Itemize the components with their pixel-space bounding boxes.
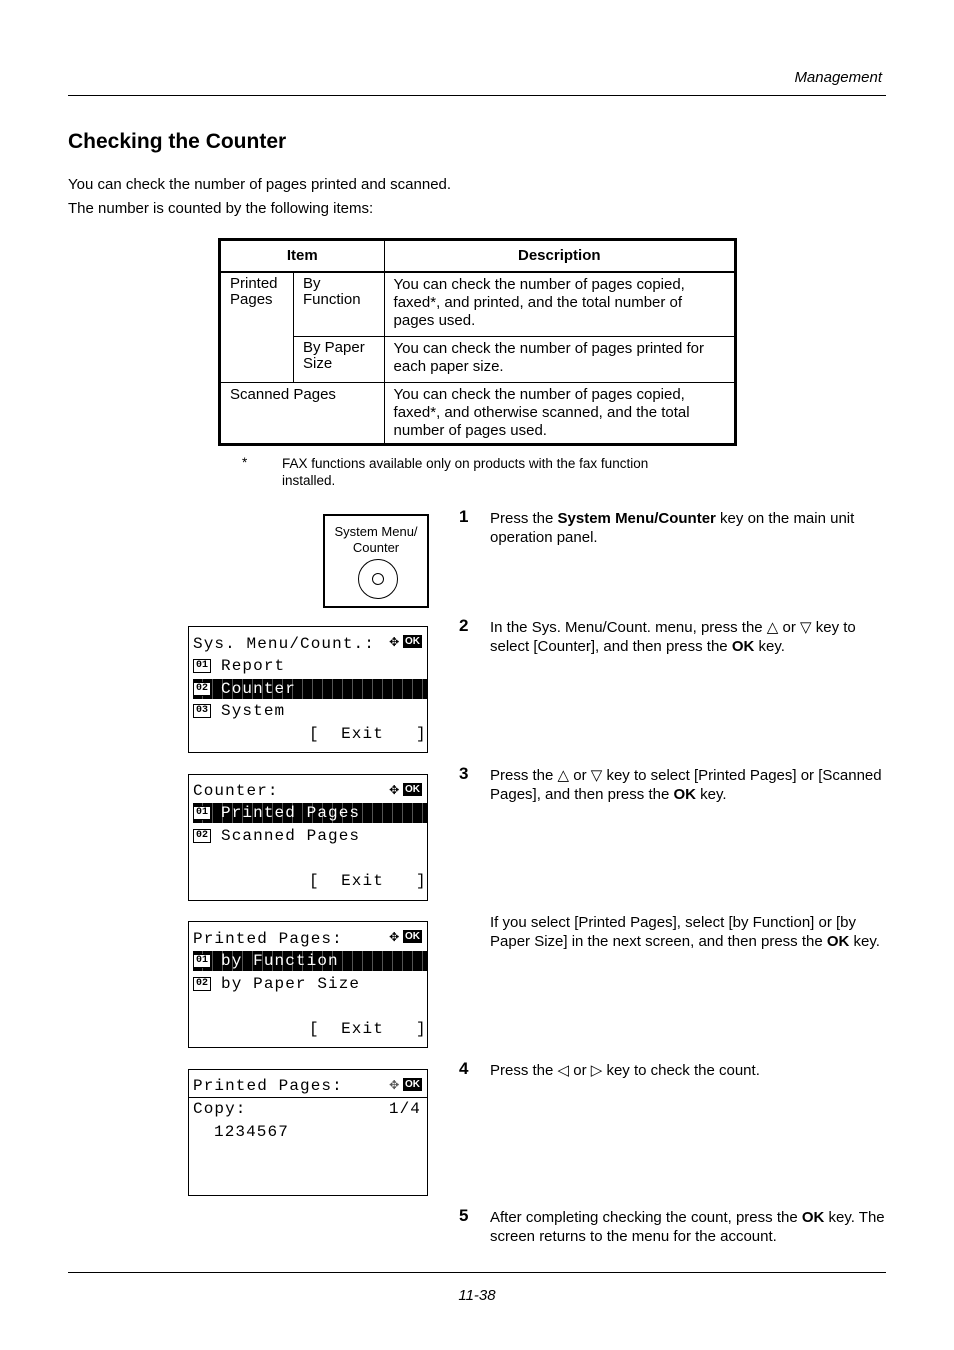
left-right-arrows-icon: ✥ [389,1076,399,1094]
key-label: Counter [352,540,400,555]
exit-softkey: [ Exit ] [309,725,427,743]
table-cell: Scanned Pages [219,381,385,445]
step-text: After completing checking the count, pre… [490,1209,885,1245]
cross-arrows-icon: ✥ [389,633,399,651]
menu-item: 01 Report [193,656,427,676]
cross-arrows-icon: ✥ [389,928,399,946]
step-number: 4 [459,1059,469,1078]
menu-item: 02 by Paper Size [193,974,427,994]
key-label: System Menu/ [334,524,418,539]
step-note: If you select [Printed Pages], select [b… [490,914,880,950]
header-rule [68,95,886,96]
step-text: Press the ◁ or ▷ key to check the count. [490,1062,760,1079]
lcd-screen-count: Printed Pages: ✥ OK Copy: 1/4 1234567 [188,1069,428,1196]
table-cell: By Function [293,271,385,337]
step-number: 3 [459,764,469,783]
count-value: 1234567 [214,1123,289,1141]
cross-arrows-icon: ✥ [389,781,399,799]
table-cell: By Paper Size [293,335,385,383]
intro-text: The number is counted by the following i… [68,200,374,217]
menu-item-selected: 01 by Function [193,951,427,971]
lcd-screen-printed-pages: Printed Pages: ✥ OK 01 by Function 02 by Pa… [188,921,428,1048]
section-header: Management [794,69,882,86]
page-title: Checking the Counter [68,130,287,153]
ok-icon: OK [403,635,422,648]
exit-softkey: [ Exit ] [309,872,427,890]
table-cell: You can check the number of pages copied… [383,271,737,337]
menu-item: 02 Scanned Pages [193,826,427,846]
intro-text: You can check the number of pages printe… [68,176,452,193]
column-header: Description [383,239,737,273]
lcd-screen-counter: Counter: ✥ OK 01 Printed Pages 02 Scanned P… [188,774,428,901]
title-divider [189,1097,427,1098]
step-number: 5 [459,1206,469,1225]
step-number: 1 [459,507,469,526]
lcd-screen-sys-menu: Sys. Menu/Count.: ✥ OK 01 Report 02 Counter… [188,626,428,753]
step-number: 2 [459,616,469,635]
key-button-icon [358,559,398,599]
system-menu-counter-key: System Menu/ Counter [323,514,429,608]
table-cell: You can check the number of pages copied… [383,381,737,445]
counter-items-table: Item Description Printed Pages By Function… [218,238,737,446]
ok-icon: OK [403,783,422,796]
menu-item-selected: 01 Printed Pages [193,803,427,823]
table-cell: Printed Pages [219,271,294,383]
exit-softkey: [ Exit ] [309,1020,427,1038]
page-number: 11-38 [458,1287,496,1304]
manual-page: Management Checking the Counter You can … [0,0,954,1350]
column-header: Item [219,239,385,273]
ok-icon: OK [403,1078,422,1091]
step-text: In the Sys. Menu/Count. menu, press the … [490,619,856,655]
table-cell: You can check the number of pages printe… [383,335,737,383]
footer-rule [68,1272,886,1273]
footnote-mark: * [242,455,248,470]
step-text: Press the △ or ▽ key to select [Printed … [490,767,882,803]
step-text: Press the System Menu/Counter key on the… [490,510,855,546]
footnote-text: FAX functions available only on products… [282,456,649,488]
menu-item: 03 System [193,701,427,721]
page-indicator: 1/4 [388,1100,421,1118]
ok-icon: OK [403,930,422,943]
menu-item-selected: 02 Counter [193,679,427,699]
